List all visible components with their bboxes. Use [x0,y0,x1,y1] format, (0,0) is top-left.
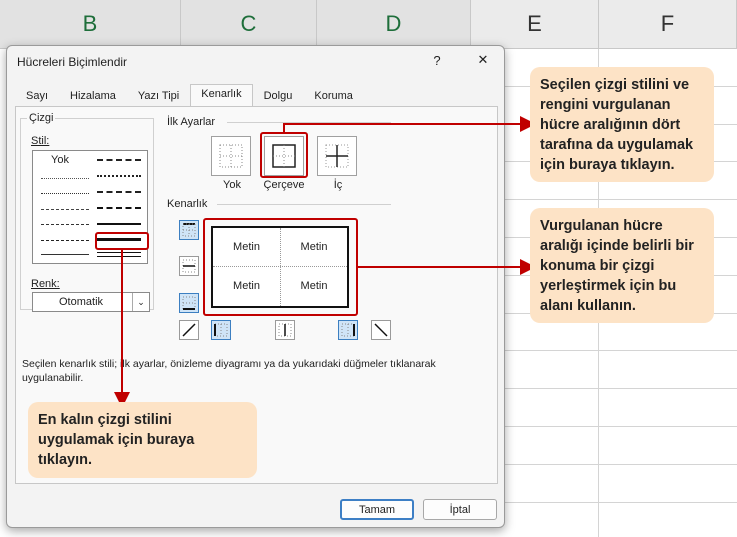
callout-outline: Seçilen çizgi stilini ve rengini vurgula… [530,67,714,182]
callout-border-area: Vurgulanan hücre aralığı içinde belirli … [530,208,714,323]
callout-thickest: En kalın çizgi stilini uygulamak için bu… [28,402,257,478]
outline-arrow [283,116,536,133]
